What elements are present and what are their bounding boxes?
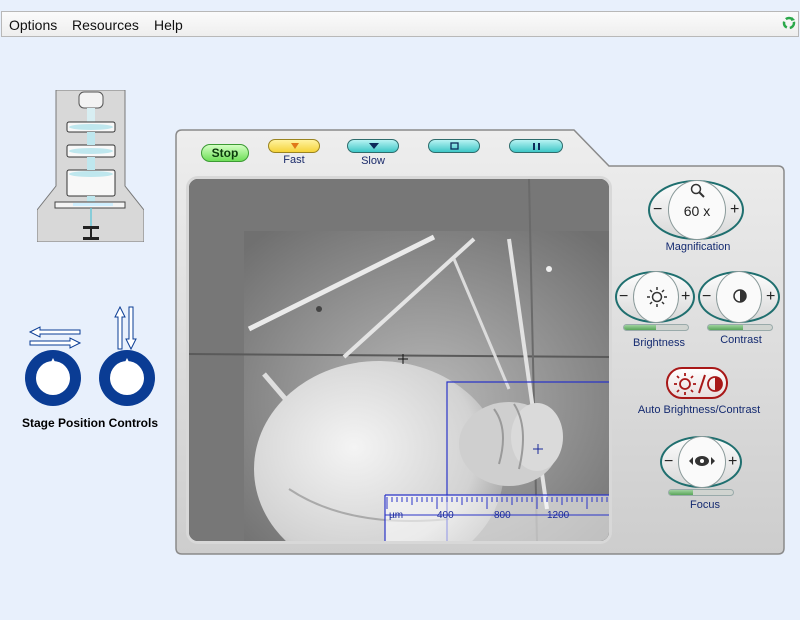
fast-down-icon [291, 143, 299, 149]
contrast-minus[interactable]: − [702, 289, 711, 305]
recycle-icon[interactable] [782, 16, 796, 30]
brightness-slider-fill [624, 325, 656, 330]
microscope-viewer[interactable]: µm 400 800 1200 [186, 176, 612, 544]
brightness-control[interactable]: − + [615, 271, 695, 323]
focus-plus[interactable]: + [728, 454, 737, 470]
magnification-control[interactable]: 60 x − + [648, 180, 744, 240]
fast-button[interactable] [268, 139, 320, 153]
slow-label: Slow [361, 155, 385, 167]
microscope-diagram-icon [37, 90, 144, 242]
pause-button[interactable] [509, 139, 563, 153]
focus-center [678, 436, 726, 488]
menu-resources[interactable]: Resources [72, 17, 139, 33]
contrast-icon [733, 289, 747, 303]
focus-minus[interactable]: − [664, 454, 673, 470]
magnification-label: Magnification [665, 241, 731, 253]
stop-square-button[interactable] [428, 139, 480, 153]
brightness-plus[interactable]: + [681, 289, 690, 305]
stop-icon [450, 142, 459, 150]
zoom-icon [690, 183, 705, 198]
stage-y-indicator [122, 358, 132, 368]
focus-label: Focus [690, 499, 720, 511]
focus-slider[interactable] [668, 489, 734, 496]
contrast-slider[interactable] [707, 324, 773, 331]
scale-unit: µm [389, 510, 404, 521]
sun-icon [647, 287, 667, 307]
specimen-image [189, 179, 609, 541]
magnification-plus[interactable]: + [730, 202, 739, 218]
focus-control[interactable]: − + [660, 436, 742, 488]
slow-button[interactable] [347, 139, 399, 153]
eye-icon [689, 456, 715, 466]
auto-adjust-icon [674, 373, 723, 395]
vertical-arrows-icon [114, 306, 137, 350]
brightness-label: Brightness [633, 337, 685, 349]
contrast-plus[interactable]: + [766, 289, 775, 305]
magnification-center: 60 x [668, 180, 726, 240]
magnification-value: 60 x [683, 203, 711, 219]
contrast-slider-fill [708, 325, 744, 330]
brightness-center [633, 271, 679, 323]
menu-options[interactable]: Options [9, 17, 57, 33]
stop-button[interactable]: Stop [201, 144, 249, 162]
menu-bar: Options Resources Help [1, 11, 799, 37]
menu-help[interactable]: Help [154, 17, 183, 33]
horizontal-arrows-icon [28, 326, 82, 349]
stage-x-knob[interactable] [25, 350, 81, 406]
contrast-label: Contrast [720, 334, 762, 346]
scale-tick-800: 800 [494, 510, 511, 521]
fast-label: Fast [283, 154, 305, 166]
brightness-slider[interactable] [623, 324, 689, 331]
magnification-minus[interactable]: − [653, 202, 662, 218]
scale-tick-400: 400 [437, 510, 454, 521]
contrast-control[interactable]: − + [698, 271, 780, 323]
contrast-center [716, 271, 762, 323]
focus-slider-fill [669, 490, 694, 495]
auto-brightness-contrast-button[interactable] [666, 367, 728, 399]
stage-y-knob[interactable] [99, 350, 155, 406]
stage-x-indicator [48, 358, 58, 368]
brightness-minus[interactable]: − [619, 289, 628, 305]
pause-icon [533, 143, 540, 150]
scale-tick-1200: 1200 [547, 510, 570, 521]
stage-position-label: Stage Position Controls [22, 416, 159, 430]
auto-brightness-contrast-label: Auto Brightness/Contrast [637, 404, 761, 416]
play-down-icon [369, 143, 379, 149]
